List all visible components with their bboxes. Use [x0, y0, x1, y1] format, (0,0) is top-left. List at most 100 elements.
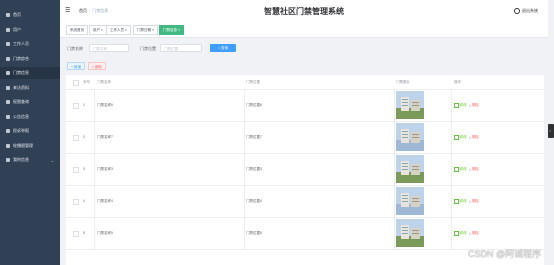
name-search-input[interactable]: 门禁名称 [89, 44, 129, 52]
column-divider [244, 89, 245, 121]
edit-button[interactable]: 修改 [454, 231, 467, 236]
add-button-label: 新增 [74, 65, 82, 69]
edit-label: 修改 [459, 199, 467, 203]
edit-icon [454, 167, 459, 172]
table-row: 5 门禁名称5 门禁位置5 修改 × 删除 [66, 217, 544, 250]
tab-staff[interactable]: 工作人员 × [106, 25, 132, 35]
search-button[interactable]: ○ 查询 [210, 44, 236, 52]
row-index: 4 [83, 199, 85, 203]
user-icon [6, 42, 10, 46]
location-filter-label: 门禁位置 [140, 46, 156, 51]
user-icon [6, 56, 10, 61]
row-name: 门禁名称6 [97, 103, 113, 107]
row-location: 门禁位置4 [246, 199, 262, 203]
search-button-label: 查询 [221, 46, 229, 50]
column-divider [244, 185, 245, 217]
sidebar-item[interactable]: 公告信息 [0, 111, 60, 123]
edit-label: 修改 [459, 135, 467, 139]
edit-label: 修改 [459, 103, 467, 107]
delete-button[interactable]: × 删除 [469, 135, 479, 140]
sidebar-item[interactable]: 轮播图管理 [0, 140, 60, 152]
trash-icon: × [91, 65, 95, 69]
sidebar-item[interactable]: 来访资料 [0, 82, 60, 94]
sidebar-item[interactable]: 门禁信息 [0, 67, 60, 79]
name-filter-label: 门禁名称 [67, 46, 83, 51]
row-checkbox[interactable] [73, 231, 79, 237]
sidebar-item[interactable]: 工作人员 [0, 38, 60, 50]
close-icon: × [469, 231, 472, 236]
tab-access-info[interactable]: 门禁信息 × [159, 25, 185, 35]
sidebar-item[interactable]: 首页 [0, 9, 60, 21]
tags-view: 系统首页 用户 × 工作人员 × 门禁日期 × 门禁信息 × [60, 22, 548, 38]
access-photo-image [396, 187, 424, 215]
sidebar-item-label: 首页 [13, 12, 21, 17]
sidebar-item-label: 权限查询 [13, 99, 29, 104]
tab-users[interactable]: 用户 × [89, 25, 108, 35]
edit-button[interactable]: 修改 [454, 199, 467, 204]
column-divider [94, 153, 95, 185]
access-photo-image [396, 123, 424, 151]
row-checkbox[interactable] [73, 135, 79, 141]
access-photo-image [396, 91, 424, 119]
column-divider [451, 121, 452, 153]
row-name: 门禁名称5 [97, 231, 113, 235]
edit-icon [454, 103, 459, 108]
close-icon: × [469, 135, 472, 140]
sidebar-item-label: 来访资料 [13, 84, 29, 90]
edit-label: 修改 [459, 167, 467, 171]
row-checkbox[interactable] [73, 103, 79, 109]
image-icon [6, 143, 10, 148]
sidebar-item[interactable]: 我的信息 ⌄ [0, 154, 60, 166]
sidebar-item-label: 我的信息 [13, 157, 29, 162]
logout-label: 退出系统 [522, 8, 538, 13]
close-icon: × [469, 167, 472, 172]
select-all-checkbox[interactable] [73, 80, 79, 86]
sidebar-item[interactable]: 权限查询 [0, 96, 60, 108]
logout-button[interactable]: 退出系统 [514, 8, 538, 14]
header-name: 门禁名称 [97, 80, 111, 84]
row-checkbox[interactable] [73, 167, 79, 173]
delete-label: 删除 [472, 103, 480, 107]
delete-button[interactable]: × 删除 [469, 199, 479, 204]
batch-delete-button[interactable]: × 删除 [88, 62, 106, 70]
delete-button[interactable]: × 删除 [469, 103, 479, 108]
main-content: 门禁名称 门禁名称 门禁位置 门禁位置 ○ 查询 + 新增 × 删除 序号 门禁… [60, 37, 548, 265]
column-divider [394, 217, 395, 249]
row-index: 3 [83, 167, 85, 171]
info-icon [6, 158, 10, 162]
column-divider [451, 217, 452, 249]
sidebar-item-label: 公告信息 [13, 113, 29, 119]
chevron-down-icon: ⌄ [50, 157, 54, 163]
column-divider [451, 185, 452, 217]
add-button[interactable]: + 新增 [67, 62, 85, 70]
delete-label: 删除 [472, 231, 480, 235]
sidebar-item[interactable]: 投诉举报 [0, 125, 60, 137]
table-row: 1 门禁名称6 门禁位置6 修改 × 删除 [66, 89, 544, 122]
sidebar-item[interactable]: 门禁综合 [0, 53, 60, 65]
tab-home[interactable]: 系统首页 [66, 25, 88, 35]
sidebar-item-label: 门禁信息 [13, 70, 29, 75]
delete-button[interactable]: × 删除 [469, 231, 479, 236]
close-icon: × [469, 103, 472, 108]
location-search-input[interactable]: 门禁位置 [160, 44, 202, 52]
column-divider [451, 89, 452, 121]
key-icon [6, 100, 10, 104]
tab-access-date[interactable]: 门禁日期 × [133, 25, 159, 35]
sidebar-item-label: 轮播图管理 [13, 142, 33, 148]
row-checkbox[interactable] [73, 199, 79, 205]
watermark: CSDN @阿诚程序 [468, 249, 542, 259]
edit-button[interactable]: 修改 [454, 167, 467, 172]
column-divider [244, 121, 245, 153]
column-divider [451, 153, 452, 185]
edit-button[interactable]: 修改 [454, 135, 467, 140]
scroll-handle[interactable]: › [548, 124, 554, 138]
delete-button-label: 删除 [95, 65, 103, 69]
delete-label: 删除 [472, 199, 480, 203]
access-table: 序号 门禁名称 门禁位置 门禁图片 操作 1 门禁名称6 门禁位置6 修改 × 删除 2 门禁… [66, 75, 544, 265]
sidebar-item[interactable]: 用户 [0, 24, 60, 36]
bell-icon [6, 114, 10, 119]
edit-button[interactable]: 修改 [454, 103, 467, 108]
delete-button[interactable]: × 删除 [469, 167, 479, 172]
edit-label: 修改 [459, 231, 467, 235]
row-location: 门禁位置6 [246, 103, 262, 107]
